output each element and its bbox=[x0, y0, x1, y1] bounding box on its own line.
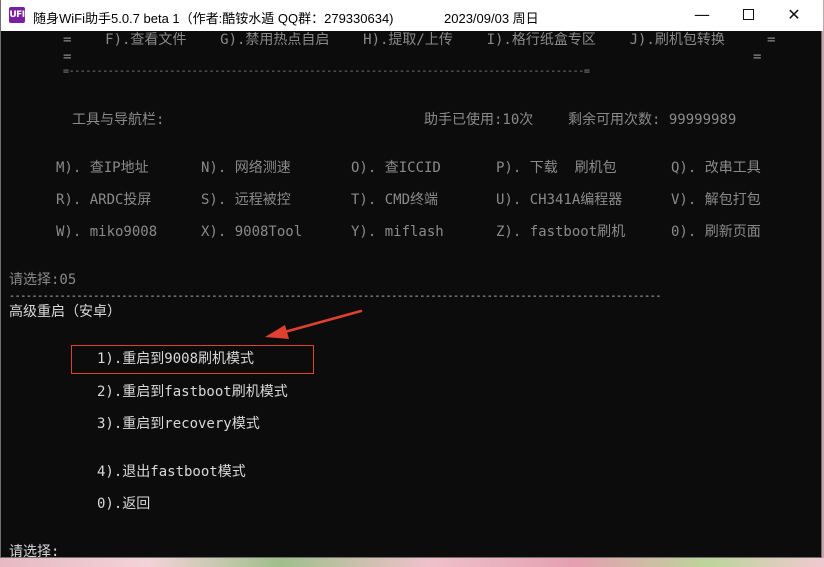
option-back: 0).返回 bbox=[97, 496, 151, 512]
top-menu-divider: =---------------------------------------… bbox=[63, 66, 590, 77]
console-window: UFI 随身WiFi助手5.0.7 beta 1（作者:酷铵水遁 QQ群：279… bbox=[0, 0, 823, 558]
window-title: 随身WiFi助手5.0.7 beta 1（作者:酷铵水遁 QQ群：2793306… bbox=[33, 11, 394, 26]
top-menu-left-eq: = bbox=[63, 49, 72, 65]
desktop-wallpaper bbox=[0, 558, 824, 567]
top-menu-right-eq: = bbox=[753, 49, 762, 65]
window-date: 2023/09/03 周日 bbox=[444, 11, 539, 26]
prompt-line: 请选择:05 bbox=[9, 272, 77, 288]
tool-item: Z). fastboot刷机 bbox=[496, 224, 626, 240]
tool-item: Y). miflash bbox=[351, 224, 444, 240]
option-recovery: 3).重启到recovery模式 bbox=[97, 416, 260, 432]
tool-item: O). 查ICCID bbox=[351, 160, 441, 176]
section-separator: ----------------------------------------… bbox=[9, 291, 661, 302]
tool-item: V). 解包打包 bbox=[671, 192, 761, 208]
tool-item: P). 下载 刷机包 bbox=[496, 160, 617, 176]
tool-item: T). CMD终端 bbox=[351, 192, 439, 208]
option-fastboot: 2).重启到fastboot刷机模式 bbox=[97, 384, 288, 400]
tool-item: Q). 改串工具 bbox=[671, 160, 761, 176]
tool-item: N). 网络测速 bbox=[201, 160, 291, 176]
tool-item: M). 查IP地址 bbox=[56, 160, 149, 176]
app-icon: UFI bbox=[9, 7, 25, 23]
minimize-button[interactable]: — bbox=[679, 0, 725, 31]
remaining-count: 剩余可用次数: 99999989 bbox=[568, 112, 737, 128]
toolbar-label: 工具与导航栏: bbox=[72, 112, 165, 128]
tool-item: 0). 刷新页面 bbox=[671, 224, 761, 240]
usage-count: 助手已使用:10次 bbox=[424, 112, 534, 128]
tool-item: R). ARDC投屏 bbox=[56, 192, 152, 208]
maximize-button[interactable] bbox=[725, 0, 771, 31]
title-bar[interactable]: UFI 随身WiFi助手5.0.7 beta 1（作者:酷铵水遁 QQ群：279… bbox=[1, 0, 823, 31]
tool-item: X). 9008Tool bbox=[201, 224, 303, 240]
maximize-icon bbox=[742, 9, 754, 20]
input-prompt[interactable]: 请选择: bbox=[9, 544, 59, 557]
tool-item: U). CH341A编程器 bbox=[496, 192, 623, 208]
close-button[interactable]: ✕ bbox=[771, 0, 817, 31]
annotation-arrow-icon bbox=[265, 309, 363, 339]
tool-item: S). 远程被控 bbox=[201, 192, 291, 208]
highlight-box bbox=[71, 345, 314, 374]
tool-item: W). miko9008 bbox=[56, 224, 158, 240]
section-title: 高级重启（安卓） bbox=[9, 304, 121, 320]
console-output[interactable]: = F).查看文件 G).禁用热点自启 H).提取/上传 I).格行纸盒专区 J… bbox=[1, 31, 821, 557]
option-exit-fastboot: 4).退出fastboot模式 bbox=[97, 464, 246, 480]
top-menu-row: = F).查看文件 G).禁用热点自启 H).提取/上传 I).格行纸盒专区 J… bbox=[63, 32, 776, 48]
